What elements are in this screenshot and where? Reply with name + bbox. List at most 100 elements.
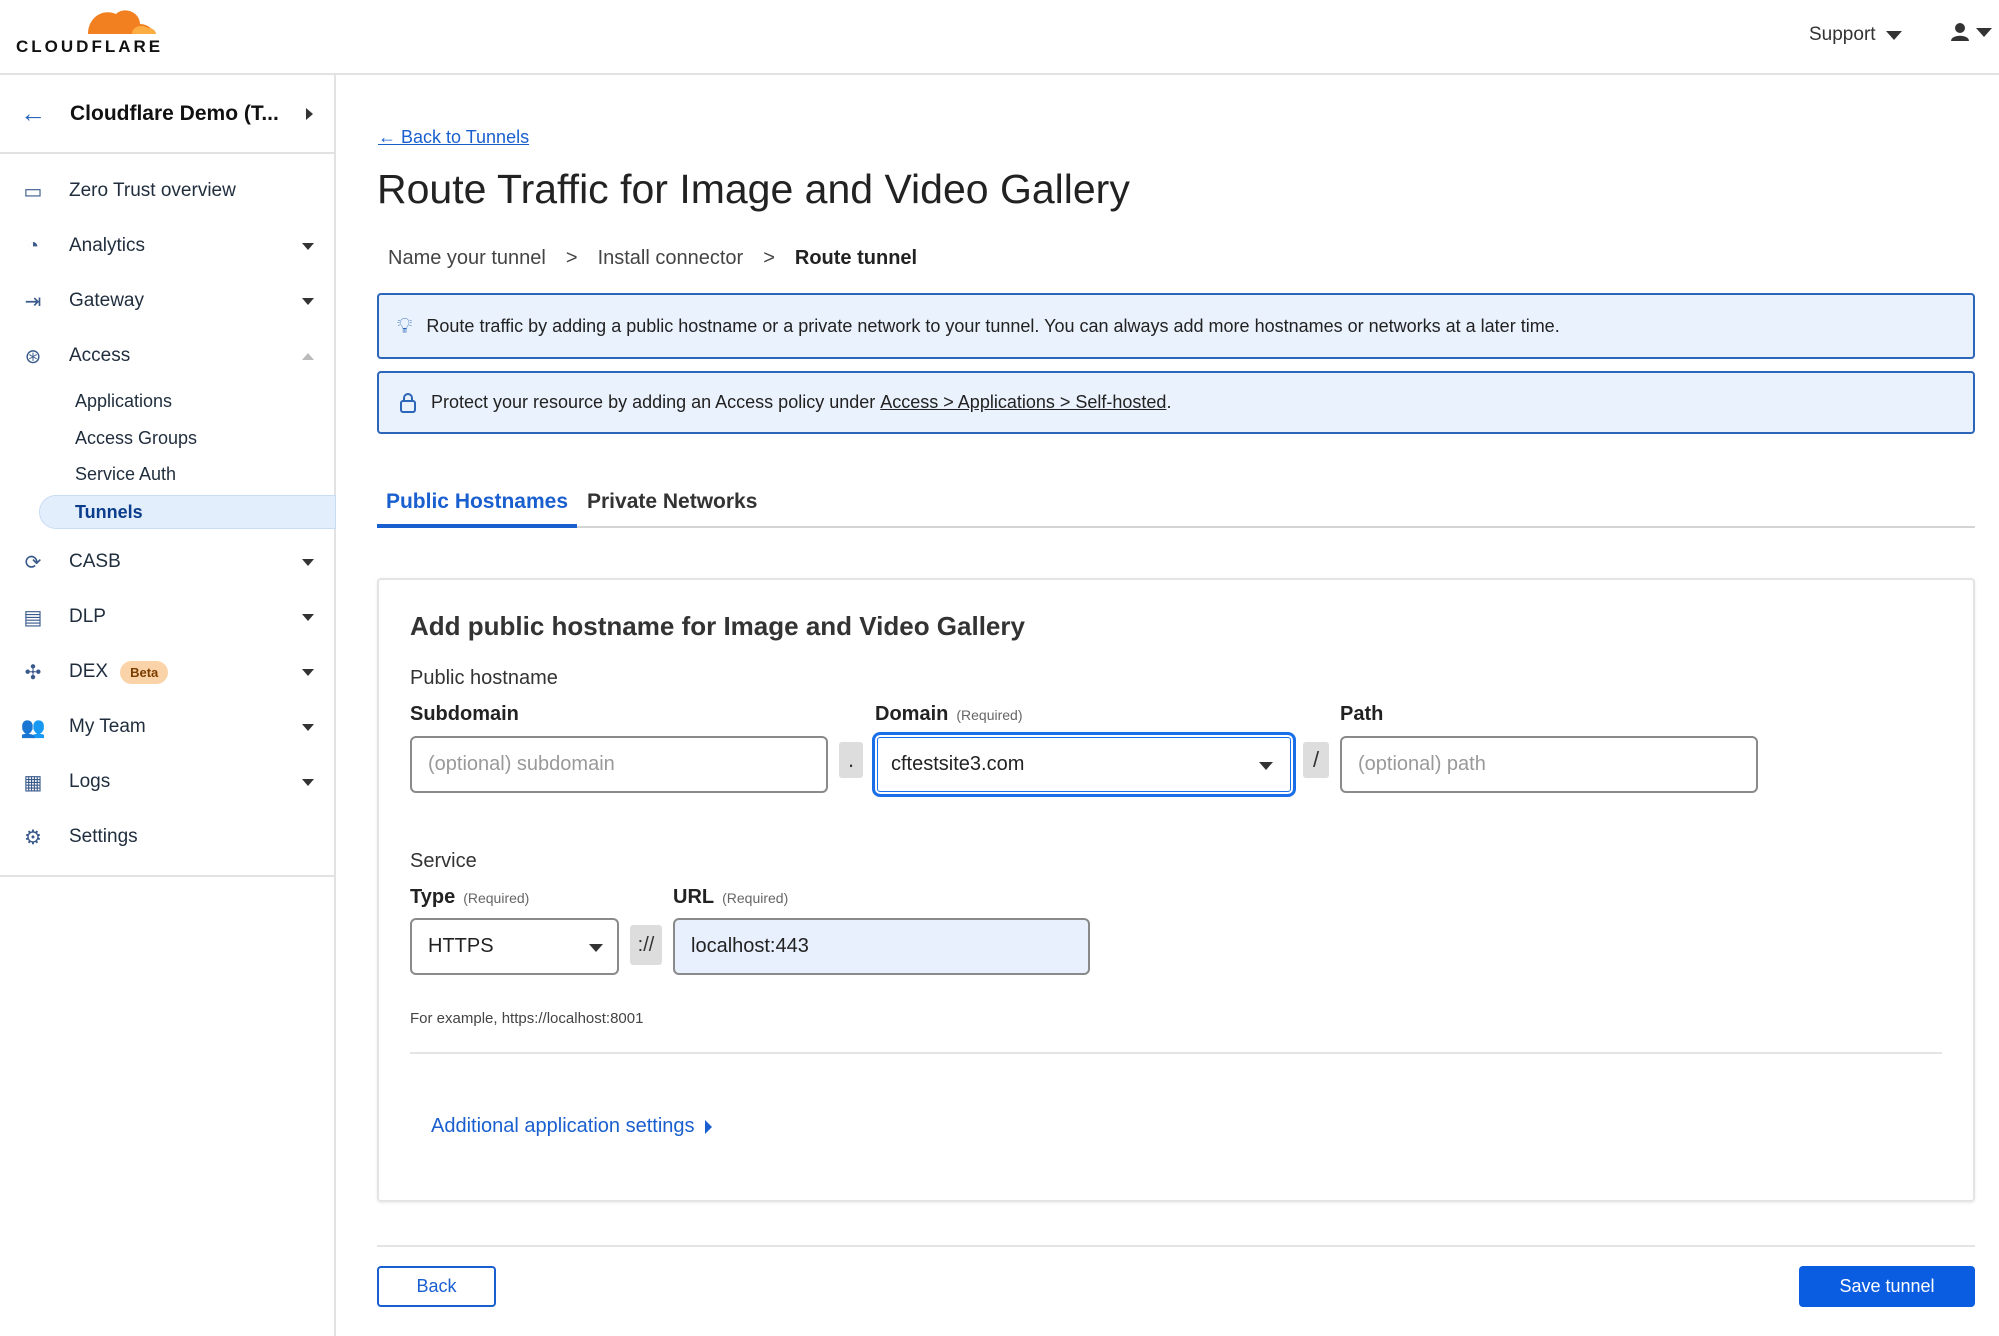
step-separator: > — [763, 247, 775, 269]
path-input[interactable]: (optional) path — [1340, 736, 1758, 793]
sidebar-divider — [0, 875, 334, 877]
back-button[interactable]: Back — [377, 1266, 496, 1307]
access-self-hosted-link[interactable]: Access > Applications > Self-hosted — [880, 392, 1166, 413]
sidebar-subitem-access-groups[interactable]: Access Groups — [75, 428, 197, 449]
protect-banner: Protect your resource by adding an Acces… — [377, 371, 1975, 434]
dropdown-caret-icon — [589, 944, 603, 952]
path-label: Path — [1340, 703, 1384, 725]
wizard-steps: Name your tunnel > Install connector > R… — [388, 247, 917, 270]
service-heading: Service — [410, 850, 477, 872]
info-banner: 💡︎ Route traffic by adding a public host… — [377, 293, 1975, 359]
sidebar-item-dex[interactable]: ✣ DEX Beta — [0, 652, 334, 692]
cloudflare-logo[interactable]: CLOUDFLARE — [14, 4, 160, 56]
url-label-text: URL — [673, 886, 715, 908]
lock-icon — [400, 392, 416, 413]
sidebar-item-logs[interactable]: ▦ Logs — [0, 762, 334, 802]
beta-badge: Beta — [120, 660, 169, 684]
sidebar: ← Cloudflare Demo (T... ▭ Zero Trust over… — [0, 75, 336, 1336]
additional-settings-toggle[interactable]: Additional application settings — [431, 1115, 712, 1138]
sidebar-item-label: CASB — [69, 551, 121, 572]
chevron-down-icon — [302, 668, 314, 676]
sidebar-item-gateway[interactable]: ⇥ Gateway — [0, 281, 334, 321]
sidebar-item-access[interactable]: ⊛ Access — [0, 336, 334, 376]
access-icon: ⊛ — [24, 345, 42, 368]
subdomain-input[interactable]: (optional) subdomain — [410, 736, 828, 793]
sidebar-subitem-service-auth[interactable]: Service Auth — [75, 464, 176, 485]
protect-period: . — [1166, 392, 1172, 412]
team-icon: 👥 — [20, 716, 46, 739]
support-label: Support — [1809, 24, 1876, 45]
card-heading: Add public hostname for Image and Video … — [410, 611, 1025, 641]
type-label: Type (Required) — [410, 886, 529, 909]
sidebar-subitem-tunnels[interactable]: Tunnels — [39, 495, 336, 529]
public-hostname-heading: Public hostname — [410, 667, 558, 689]
sidebar-item-label: DLP — [69, 606, 106, 627]
required-hint: (Required) — [722, 890, 789, 906]
tabs-divider — [377, 526, 1975, 528]
support-menu[interactable]: Support — [1809, 24, 1902, 46]
type-value: HTTPS — [428, 935, 494, 957]
sidebar-item-label: DEX — [69, 661, 109, 682]
chevron-down-icon — [302, 558, 314, 566]
sidebar-item-settings[interactable]: ⚙ Settings — [0, 817, 334, 857]
chevron-down-icon — [302, 613, 314, 621]
additional-settings-label: Additional application settings — [431, 1115, 695, 1137]
step-install-connector: Install connector — [597, 247, 744, 269]
card-divider — [410, 1052, 1942, 1054]
sidebar-subitem-applications[interactable]: Applications — [75, 391, 172, 412]
sidebar-item-label: Access — [69, 345, 131, 366]
account-switcher[interactable]: ← Cloudflare Demo (T... — [0, 75, 334, 154]
sidebar-item-my-team[interactable]: 👥 My Team — [0, 707, 334, 747]
user-menu[interactable] — [1950, 22, 1992, 42]
url-label: URL (Required) — [673, 886, 788, 909]
subdomain-placeholder: (optional) subdomain — [428, 753, 615, 775]
sidebar-item-label: Settings — [69, 826, 138, 847]
type-label-text: Type — [410, 886, 456, 908]
scheme-separator: :// — [630, 925, 662, 965]
user-icon — [1951, 23, 1969, 41]
sidebar-item-label: Logs — [69, 771, 111, 792]
step-name-tunnel: Name your tunnel — [388, 247, 546, 269]
caret-right-icon — [306, 107, 313, 120]
sidebar-item-dlp[interactable]: ▤ DLP — [0, 597, 334, 637]
browser-window-icon: ▭ — [23, 180, 43, 203]
sidebar-item-label: Gateway — [69, 290, 144, 311]
required-hint: (Required) — [463, 890, 530, 906]
pie-chart-icon: ◔ — [26, 234, 40, 257]
chevron-down-icon — [302, 297, 314, 305]
page-title: Route Traffic for Image and Video Galler… — [377, 166, 1130, 212]
domain-label: Domain (Required) — [875, 703, 1022, 726]
sidebar-item-label: Tunnels — [75, 502, 143, 522]
step-separator: > — [565, 247, 578, 269]
sidebar-item-label: Zero Trust overview — [69, 180, 236, 201]
domain-label-text: Domain — [875, 703, 949, 725]
sidebar-item-casb[interactable]: ⟳ CASB — [0, 542, 334, 582]
logo-text: CLOUDFLARE — [16, 37, 164, 56]
dex-icon: ✣ — [24, 661, 42, 684]
account-name: Cloudflare Demo (T... — [70, 101, 279, 125]
back-to-tunnels-link[interactable]: ← Back to Tunnels — [378, 127, 529, 148]
chevron-down-icon — [302, 723, 314, 731]
chevron-down-icon — [302, 778, 314, 786]
logs-icon: ▦ — [23, 771, 43, 794]
path-placeholder: (optional) path — [1358, 753, 1486, 775]
tab-private-networks[interactable]: Private Networks — [587, 490, 757, 514]
dlp-icon: ▤ — [23, 606, 43, 629]
tab-public-hostnames[interactable]: Public Hostnames — [377, 490, 577, 528]
info-text: Route traffic by adding a public hostnam… — [426, 315, 1560, 336]
domain-select[interactable]: cftestsite3.com — [872, 732, 1296, 797]
url-input[interactable]: localhost:443 — [673, 918, 1090, 975]
sidebar-item-zero-trust-overview[interactable]: ▭ Zero Trust overview — [0, 171, 334, 211]
url-example-hint: For example, https://localhost:8001 — [410, 1010, 644, 1027]
domain-value: cftestsite3.com — [891, 753, 1025, 775]
sidebar-item-analytics[interactable]: ◔ Analytics — [0, 226, 334, 266]
required-hint: (Required) — [956, 707, 1023, 723]
chevron-down-icon — [1885, 30, 1902, 40]
sidebar-item-label: Analytics — [69, 235, 146, 256]
top-header: CLOUDFLARE Support — [0, 0, 1999, 75]
save-tunnel-button[interactable]: Save tunnel — [1799, 1266, 1975, 1307]
chevron-up-icon — [302, 352, 314, 360]
chevron-down-icon — [1976, 27, 1992, 37]
type-select[interactable]: HTTPS — [410, 918, 619, 975]
arrow-left-icon[interactable]: ← — [20, 98, 46, 129]
